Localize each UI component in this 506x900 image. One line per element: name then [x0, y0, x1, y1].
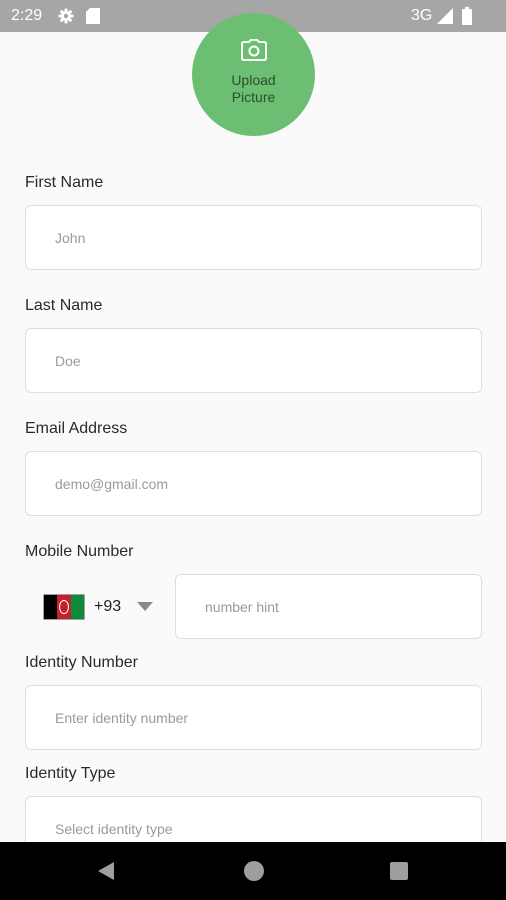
status-time: 2:29: [11, 7, 43, 24]
battery-icon: [462, 7, 472, 25]
upload-label-line2: Picture: [231, 89, 276, 105]
recents-icon[interactable]: [390, 862, 408, 880]
last-name-label: Last Name: [25, 297, 103, 314]
navigation-bar: [0, 842, 506, 900]
upload-label-line1: Upload: [231, 72, 276, 88]
back-icon[interactable]: [96, 861, 116, 881]
mobile-number-label: Mobile Number: [25, 543, 134, 560]
identity-number-input[interactable]: [25, 685, 482, 750]
country-code-picker[interactable]: +93: [40, 585, 160, 629]
first-name-input[interactable]: [25, 205, 482, 270]
sd-card-icon: [86, 8, 100, 24]
afghanistan-flag-icon: [44, 595, 84, 619]
email-label: Email Address: [25, 420, 128, 437]
identity-number-label: Identity Number: [25, 654, 138, 671]
dial-code: +93: [94, 598, 122, 615]
identity-type-label: Identity Type: [25, 765, 116, 782]
last-name-input[interactable]: [25, 328, 482, 393]
email-input[interactable]: [25, 451, 482, 516]
signal-icon: [437, 8, 453, 24]
home-icon[interactable]: [244, 861, 264, 881]
chevron-down-icon: [137, 602, 153, 611]
network-type: 3G: [411, 7, 433, 24]
first-name-label: First Name: [25, 174, 104, 191]
upload-picture-label: Upload Picture: [192, 72, 315, 106]
mobile-number-input[interactable]: [175, 574, 482, 639]
gear-icon: [58, 8, 74, 24]
camera-icon: [241, 39, 267, 61]
